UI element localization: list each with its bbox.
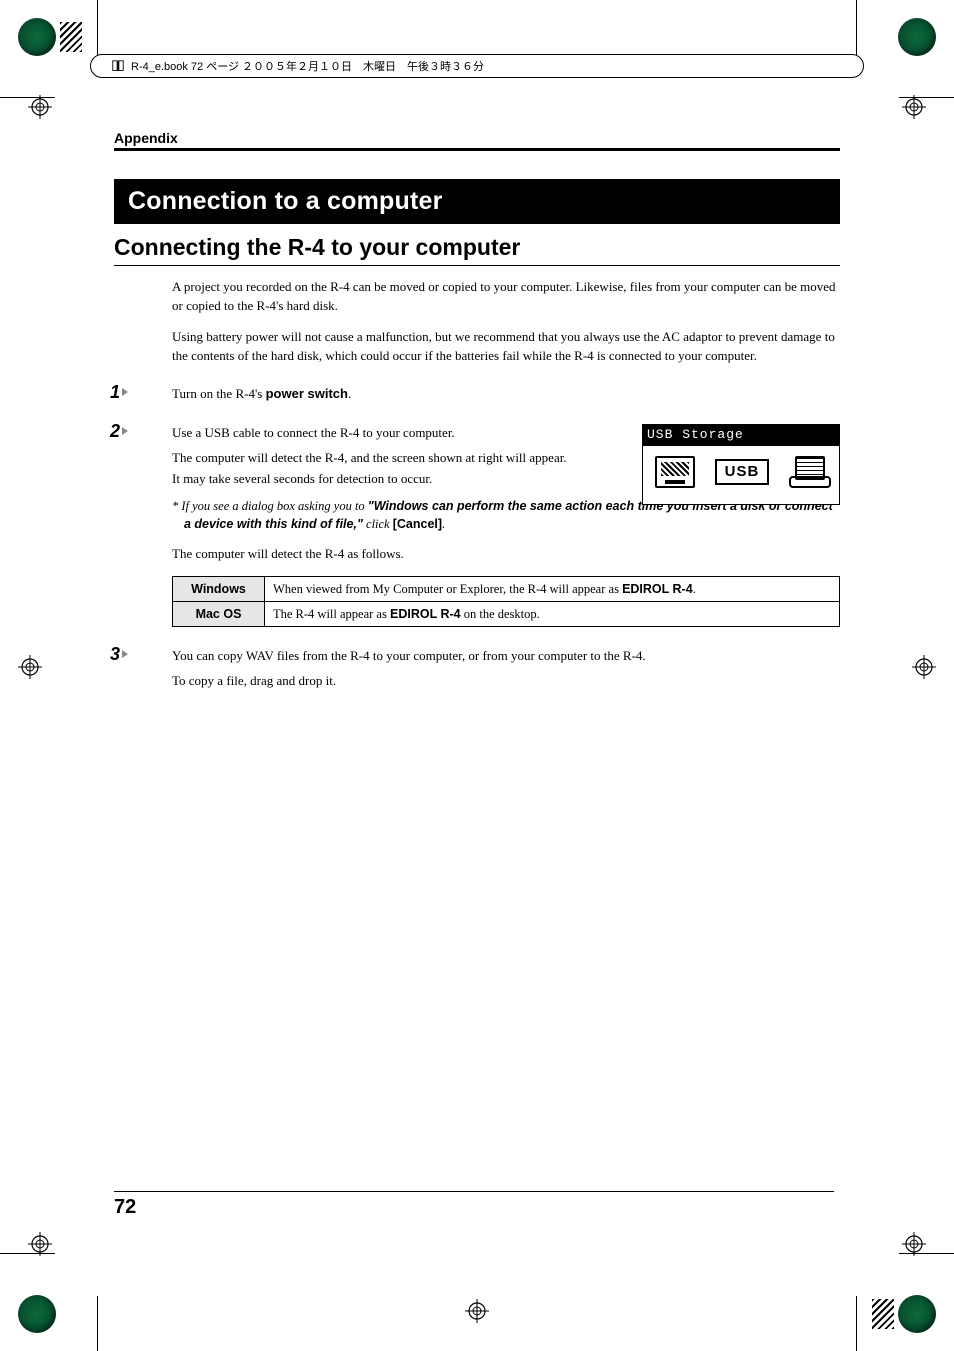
step-2: 2 USB Storage USB Use a USB cable to con…	[172, 424, 840, 627]
recorder-device-icon	[655, 456, 695, 488]
step-text: You can copy WAV files from the R-4 to y…	[172, 647, 840, 666]
computer-icon	[789, 456, 827, 488]
registration-mark-icon	[28, 95, 52, 119]
frame-header-text: R-4_e.book 72 ページ ２００５年２月１０日 木曜日 午後３時３６分	[131, 58, 484, 74]
crop-mark	[856, 1296, 857, 1351]
step-number: 2	[110, 418, 128, 444]
registration-mark-icon	[465, 1299, 489, 1323]
registration-mark-icon	[912, 655, 936, 679]
step-text: To copy a file, drag and drop it.	[172, 672, 840, 691]
usb-storage-figure: USB Storage USB	[642, 424, 840, 505]
step-3: 3 You can copy WAV files from the R-4 to…	[172, 647, 840, 691]
os-cell: Mac OS	[173, 601, 265, 626]
frame-header-bar: R-4_e.book 72 ページ ２００５年２月１０日 木曜日 午後３時３６分	[90, 54, 864, 78]
registration-color-dot	[898, 18, 936, 56]
intro-paragraph: A project you recorded on the R-4 can be…	[172, 278, 840, 316]
detect-intro: The computer will detect the R-4 as foll…	[172, 545, 840, 564]
hatch-mark-icon	[60, 22, 82, 52]
page-number: 72	[114, 1191, 834, 1219]
registration-color-dot	[18, 1295, 56, 1333]
cancel-button-label: [Cancel]	[393, 517, 442, 531]
os-detection-table: Windows When viewed from My Computer or …	[172, 576, 840, 627]
registration-mark-icon	[18, 655, 42, 679]
table-row: Windows When viewed from My Computer or …	[173, 576, 840, 601]
page-body: Appendix Connection to a computer Connec…	[114, 130, 840, 703]
intro-paragraph: Using battery power will not cause a mal…	[172, 328, 840, 366]
usb-figure-title: USB Storage	[643, 425, 839, 446]
registration-mark-icon	[902, 95, 926, 119]
step-text: Use a USB cable to connect the R-4 to yo…	[172, 424, 572, 443]
step-number: 1	[110, 379, 128, 405]
os-cell: Windows	[173, 576, 265, 601]
crop-mark	[97, 0, 98, 55]
step-text: It may take several seconds for detectio…	[172, 470, 572, 489]
hatch-mark-icon	[872, 1299, 894, 1329]
section-subtitle: Connecting the R-4 to your computer	[114, 234, 840, 266]
registration-mark-icon	[28, 1232, 52, 1256]
registration-color-dot	[18, 18, 56, 56]
table-row: Mac OS The R-4 will appear as EDIROL R-4…	[173, 601, 840, 626]
step-number: 3	[110, 641, 128, 667]
step-text: The computer will detect the R-4, and th…	[172, 449, 572, 468]
running-header: Appendix	[114, 130, 840, 151]
step-1: 1 Turn on the R-4's power switch.	[172, 385, 840, 404]
crop-mark	[97, 1296, 98, 1351]
desc-cell: When viewed from My Computer or Explorer…	[265, 576, 840, 601]
section-title: Connection to a computer	[114, 179, 840, 224]
registration-color-dot	[898, 1295, 936, 1333]
registration-mark-icon	[902, 1232, 926, 1256]
step-text: Turn on the R-4's power switch.	[172, 385, 840, 404]
desc-cell: The R-4 will appear as EDIROL R-4 on the…	[265, 601, 840, 626]
crop-mark	[856, 0, 857, 55]
power-switch-label: power switch	[266, 386, 348, 401]
book-icon	[111, 59, 125, 73]
usb-label: USB	[715, 459, 770, 485]
